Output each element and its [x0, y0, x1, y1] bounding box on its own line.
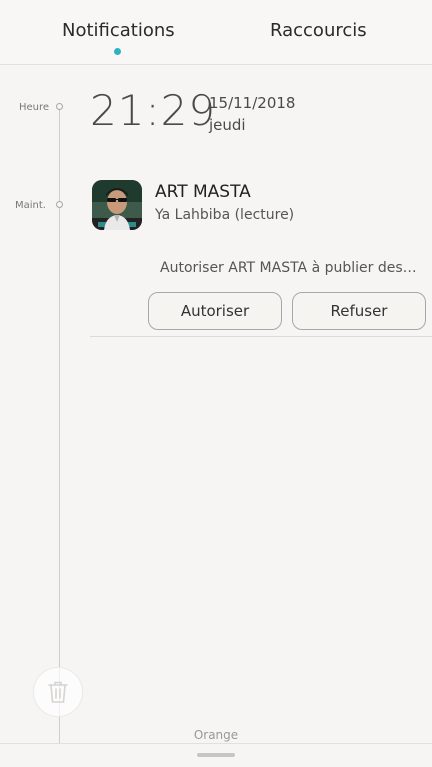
allow-button[interactable]: Autoriser — [148, 292, 282, 330]
timeline-label-now: Maint. — [15, 200, 46, 211]
notification-divider — [90, 336, 432, 337]
deny-button[interactable]: Refuser — [292, 292, 426, 330]
notification-subtitle: Ya Lahbiba (lecture) — [155, 207, 295, 223]
avatar[interactable] — [92, 180, 142, 230]
trash-icon — [48, 681, 68, 703]
notification-title: ART MASTA — [155, 182, 251, 202]
drag-handle[interactable] — [197, 753, 235, 757]
timeline-dot-time — [56, 103, 63, 110]
clock-date: 15/11/2018 — [209, 94, 296, 112]
tab-bar: Notifications Raccourcis — [0, 0, 432, 65]
permission-prompt: Autoriser ART MASTA à publier des… — [160, 260, 417, 276]
avatar-image — [92, 180, 142, 230]
clear-all-button[interactable] — [33, 667, 83, 717]
clock-time: 21:29 — [90, 86, 217, 135]
timeline-label-time: Heure — [19, 102, 50, 113]
active-tab-indicator — [114, 48, 121, 55]
clock-day: jeudi — [209, 116, 246, 134]
tab-notifications[interactable]: Notifications — [62, 20, 175, 41]
bottom-divider — [0, 743, 432, 744]
tab-shortcuts[interactable]: Raccourcis — [270, 20, 367, 41]
timeline-dot-now — [56, 201, 63, 208]
carrier-name: Orange — [193, 728, 239, 742]
